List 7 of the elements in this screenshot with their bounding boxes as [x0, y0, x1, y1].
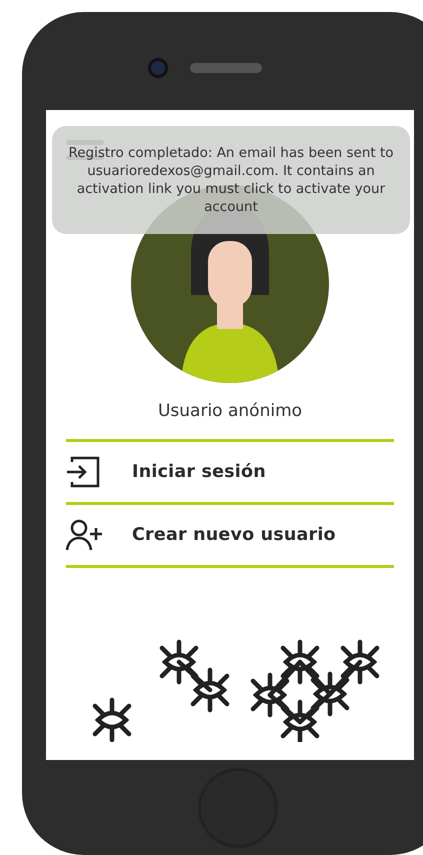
menu-item[interactable]: Iniciar sesión — [66, 442, 394, 505]
toast-message: Registro completado: An email has been sent to usuarioredexos@gmail.com. It contains an activation link you must click to activate your account — [67, 144, 395, 216]
sign-in-icon — [66, 456, 100, 488]
user-name: Usuario anónimo — [158, 401, 302, 421]
camera-icon — [148, 58, 168, 78]
menu-item[interactable]: Crear nuevo usuario — [66, 505, 394, 568]
speaker-grille — [190, 63, 262, 73]
